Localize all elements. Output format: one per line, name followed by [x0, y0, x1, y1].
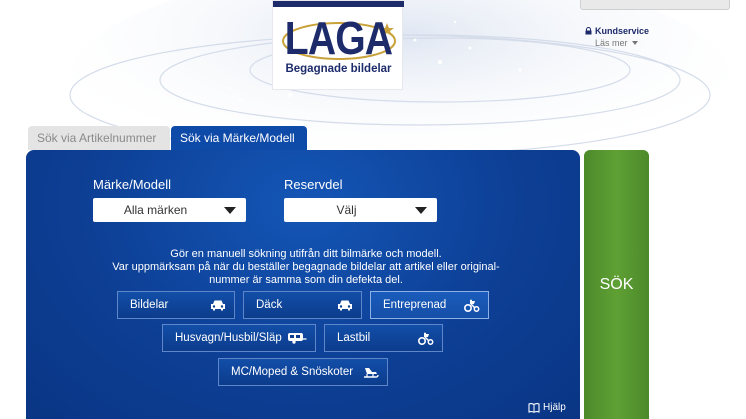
tab-marke-modell[interactable]: Sök via Märke/Modell — [171, 126, 307, 150]
category-husvagn-button[interactable]: Husvagn/Husbil/Släp — [162, 324, 316, 352]
logo-band — [273, 1, 404, 7]
tractor-icon — [418, 332, 434, 345]
snowmobile-icon — [364, 367, 379, 378]
category-mc-button[interactable]: MC/Moped & Snöskoter — [218, 358, 388, 386]
logo-brand: LAGA — [284, 12, 393, 64]
search-button-label: SÖK — [599, 275, 634, 293]
part-select-value: Välj — [336, 203, 357, 217]
kundservice-label: Kundservice — [595, 26, 650, 36]
make-select[interactable]: Alla märken — [93, 198, 246, 222]
chevron-down-icon — [224, 207, 236, 214]
tractor-icon — [464, 299, 480, 312]
help-link[interactable]: Hjälp — [528, 402, 566, 413]
category-entreprenad-button[interactable]: Entreprenad — [370, 291, 489, 319]
info-line-1: Gör en manuell sökning utifrån ditt bilm… — [170, 248, 442, 260]
category-label: Entreprenad — [383, 299, 447, 311]
book-icon — [528, 402, 540, 413]
car-icon — [211, 300, 225, 311]
make-select-value: Alla märken — [123, 203, 188, 217]
caret-down-icon — [631, 41, 638, 45]
category-dack-button[interactable]: Däck — [243, 291, 362, 319]
tab-artikelnummer[interactable]: Sök via Artikelnummer — [28, 126, 170, 150]
part-select[interactable]: Välj — [284, 198, 437, 222]
search-button[interactable]: SÖK — [584, 150, 649, 419]
laga-logo[interactable]: LAGA Begagnade bildelar — [272, 0, 404, 90]
top-right-bar[interactable] — [580, 0, 730, 10]
las-mer-dropdown[interactable]: Läs mer — [595, 38, 638, 48]
car-icon — [338, 300, 352, 311]
category-lastbil-button[interactable]: Lastbil — [324, 324, 443, 352]
make-label: Märke/Modell — [93, 177, 172, 192]
logo-tagline: Begagnade bildelar — [285, 63, 392, 75]
lock-icon — [585, 27, 592, 35]
category-label: MC/Moped & Snöskoter — [231, 366, 354, 378]
las-mer-label: Läs mer — [595, 38, 628, 48]
info-text: Gör en manuell sökning utifrån ditt bilm… — [56, 248, 556, 287]
category-label: Bildelar — [130, 299, 169, 311]
caravan-icon — [288, 333, 307, 344]
info-line-3: nummer är samma som din defekta del. — [209, 274, 403, 286]
part-label: Reservdel — [284, 177, 343, 192]
info-line-2: Var uppmärksam på när du beställer begag… — [112, 261, 500, 273]
category-label: Däck — [256, 299, 283, 311]
chevron-down-icon — [415, 207, 427, 214]
category-label: Lastbil — [337, 332, 371, 344]
kundservice-link[interactable]: Kundservice — [585, 26, 649, 36]
category-bildelar-button[interactable]: Bildelar — [117, 291, 235, 319]
help-label: Hjälp — [543, 402, 566, 413]
category-label: Husvagn/Husbil/Släp — [175, 332, 282, 344]
